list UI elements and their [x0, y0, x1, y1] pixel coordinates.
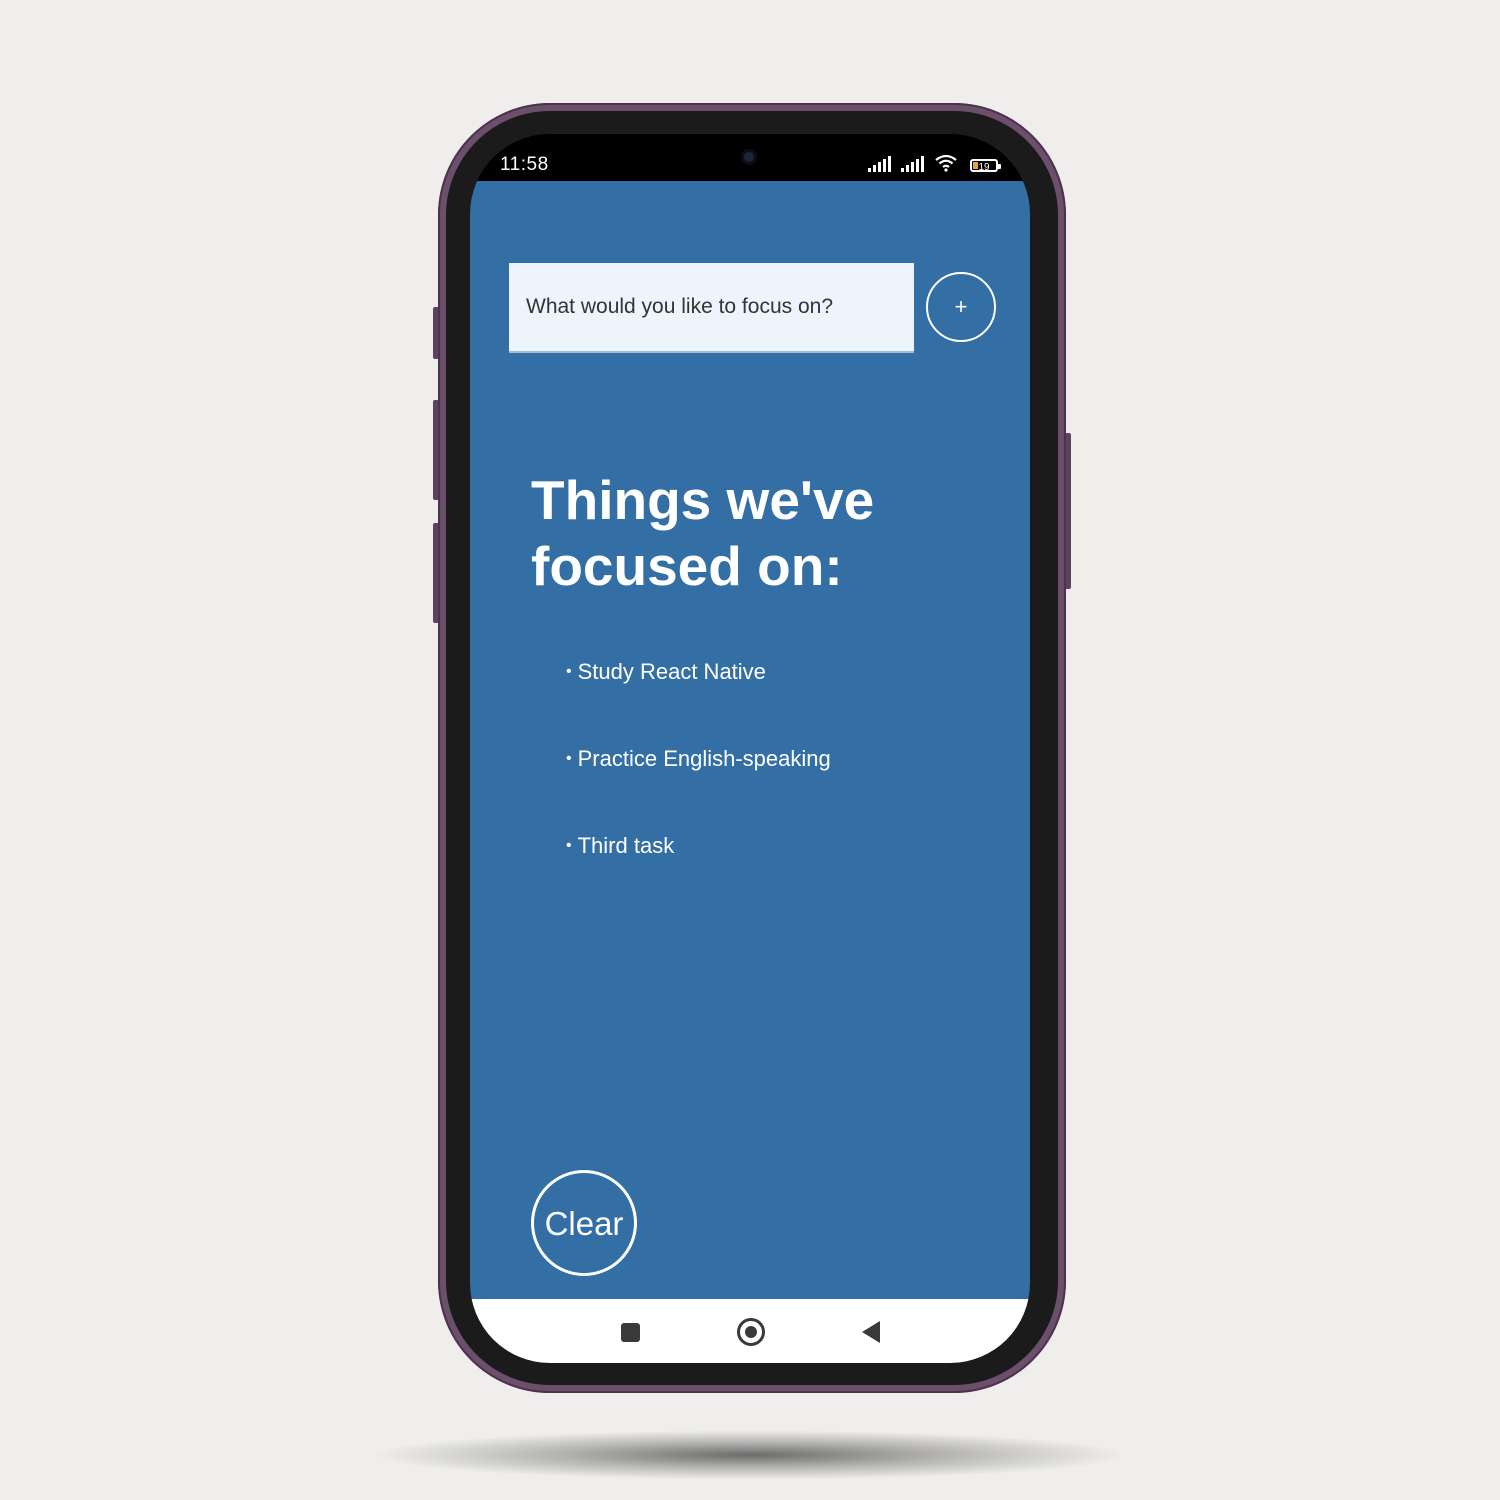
home-icon[interactable] — [737, 1318, 765, 1346]
bullet-icon: • — [566, 837, 572, 854]
task-label: Study React Native — [577, 659, 766, 684]
bullet-icon: • — [566, 663, 572, 680]
page-title: Things we've focused on: — [531, 469, 875, 597]
task-label: Practice English-speaking — [577, 746, 831, 771]
back-icon[interactable] — [862, 1321, 880, 1343]
task-label: Third task — [577, 833, 675, 858]
clear-button[interactable]: Clear — [531, 1170, 637, 1276]
status-bar: 11:58 19 — [470, 134, 1030, 181]
recent-apps-icon[interactable] — [621, 1323, 640, 1342]
phone-floor-shadow — [370, 1430, 1130, 1480]
list-item: • Third task — [566, 833, 831, 920]
signal-icon — [901, 156, 924, 172]
list-item: • Study React Native — [566, 659, 831, 746]
add-button[interactable]: + — [926, 272, 996, 342]
phone-screen: 11:58 19 + Things we've focused on: — [470, 134, 1030, 1363]
status-icons: 19 — [868, 154, 1001, 173]
status-time: 11:58 — [500, 154, 549, 175]
focus-input[interactable] — [509, 263, 914, 353]
app-content: + Things we've focused on: • Study React… — [470, 181, 1030, 1299]
navigation-bar — [470, 1299, 1030, 1363]
bullet-icon: • — [566, 750, 572, 767]
front-camera-icon — [741, 149, 757, 165]
wifi-icon — [935, 154, 957, 172]
list-item: • Practice English-speaking — [566, 746, 831, 833]
task-list: • Study React Native • Practice English-… — [566, 659, 831, 920]
battery-level: 19 — [978, 162, 990, 173]
signal-icon — [868, 156, 891, 172]
battery-icon: 19 — [970, 159, 1001, 173]
